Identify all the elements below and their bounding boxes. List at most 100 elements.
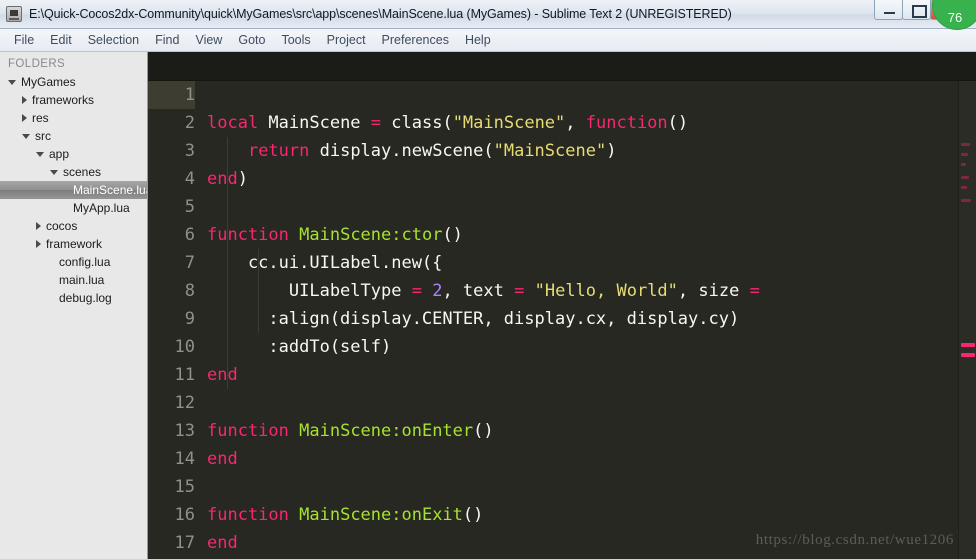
tab-bar[interactable] [148,52,976,81]
code-line[interactable]: function MainScene:onExit() [207,501,976,529]
code-line[interactable]: end [207,361,976,389]
code-token: MainScene:ctor [299,225,443,245]
menu-item-find[interactable]: Find [147,31,187,49]
code-line[interactable]: function MainScene:onEnter() [207,417,976,445]
line-number: 5 [184,197,195,217]
menu-item-goto[interactable]: Goto [230,31,273,49]
line-number: 16 [174,505,195,525]
code-token: display.newScene( [309,141,494,161]
code-token: return [247,141,310,161]
tree-item-src[interactable]: src [0,127,147,145]
green-badge: 76 [932,0,976,30]
code-line[interactable]: UILabelType = 2, text = "Hello, World", … [207,277,976,305]
menu-item-view[interactable]: View [187,31,230,49]
title-bar: E:\Quick-Cocos2dx-Community\quick\MyGame… [0,0,976,30]
code-line[interactable]: end [207,445,976,473]
tree-item-config-lua[interactable]: config.lua [0,253,147,271]
code-line[interactable]: cc.ui.UILabel.new({ [207,249,976,277]
window-title: E:\Quick-Cocos2dx-Community\quick\MyGame… [29,7,732,21]
menu-item-help[interactable]: Help [457,31,499,49]
code-token: UILabelType [207,281,412,301]
tree-item-res[interactable]: res [0,109,147,127]
tree-item-app[interactable]: app [0,145,147,163]
code-token: end [207,449,238,469]
minimap-mark [961,143,970,146]
line-number: 17 [174,533,195,553]
line-number-gutter: 1 2 3 4 5 6 7 8 9 10 11 12 13 14 15 16 17 [148,81,204,559]
tree-item-myapp-lua[interactable]: MyApp.lua [0,199,147,217]
line-number: 14 [174,449,195,469]
code-line[interactable]: return display.newScene("MainScene") [207,137,976,165]
menu-item-preferences[interactable]: Preferences [374,31,457,49]
chevron-right-icon[interactable] [22,96,27,104]
maximize-button[interactable] [902,0,931,20]
minimap[interactable] [958,81,976,559]
menu-item-file[interactable]: File [6,31,42,49]
chevron-down-icon[interactable] [22,133,30,139]
tree-item-label: MainScene.lua [73,183,148,197]
tree-item-cocos[interactable]: cocos [0,217,147,235]
code-line[interactable] [207,389,976,417]
code-token: end [207,533,238,553]
code-line[interactable] [207,81,976,109]
code-token: class( [381,113,453,133]
minimap-mark [961,353,975,357]
chevron-down-icon[interactable] [36,151,44,157]
sublime-text-window: E:\Quick-Cocos2dx-Community\quick\MyGame… [0,0,976,559]
tree-item-scenes[interactable]: scenes [0,163,147,181]
code-token: "Hello, World" [534,281,678,301]
code-area[interactable]: 1 2 3 4 5 6 7 8 9 10 11 12 13 14 15 16 17 local MainScen… [148,81,976,559]
sidebar-file-tree[interactable]: FOLDERS MyGames frameworks res src app scenes… [0,52,148,559]
code-line[interactable]: end [207,529,976,557]
menu-item-project[interactable]: Project [319,31,374,49]
code-token: () [473,421,494,441]
tree-item-framework[interactable]: framework [0,235,147,253]
code-line[interactable] [207,193,976,221]
code-token: end [207,169,238,189]
tree-item-label: frameworks [32,93,95,107]
code-token: "MainScene" [452,113,566,133]
line-number: 13 [174,421,195,441]
minimap-mark [961,176,969,179]
minimap-mark [961,343,975,347]
tree-item-main-lua[interactable]: main.lua [0,271,147,289]
line-number: 8 [184,281,195,301]
line-number: 3 [184,141,195,161]
code-token: :align(display.CENTER, display.cx, displ… [207,309,740,329]
code-content[interactable]: local MainScene = class("MainScene", fun… [204,81,976,559]
code-line[interactable]: local MainScene = class("MainScene", fun… [207,109,976,137]
chevron-down-icon[interactable] [50,169,58,175]
code-token: = [514,281,525,301]
sidebar-header: FOLDERS [8,58,66,70]
code-line[interactable]: function MainScene:ctor() [207,221,976,249]
chevron-right-icon[interactable] [36,222,41,230]
menu-item-tools[interactable]: Tools [273,31,318,49]
chevron-right-icon[interactable] [36,240,41,248]
code-token: , text [442,281,515,301]
code-token: 2 [432,281,443,301]
menu-item-selection[interactable]: Selection [80,31,147,49]
code-token: local [207,113,259,133]
menu-item-edit[interactable]: Edit [42,31,80,49]
line-number: 12 [174,393,195,413]
editor-pane: 1 2 3 4 5 6 7 8 9 10 11 12 13 14 15 16 17 local MainScen… [148,52,976,559]
tree-item-label: app [49,147,70,161]
tree-item-frameworks[interactable]: frameworks [0,91,147,109]
minimize-button[interactable] [874,0,903,20]
code-token: :addTo(self) [207,337,392,357]
code-line[interactable] [207,473,976,501]
code-line[interactable]: :addTo(self) [207,333,976,361]
tree-item-label: scenes [63,165,102,179]
code-line[interactable]: :align(display.CENTER, display.cx, displ… [207,305,976,333]
chevron-right-icon[interactable] [22,114,27,122]
line-number: 11 [174,365,195,385]
minimap-mark [961,153,968,156]
code-token: function [207,421,289,441]
tree-item-mainscene-lua[interactable]: MainScene.lua [0,181,147,199]
line-number: 6 [184,225,195,245]
tree-item-mygames[interactable]: MyGames [0,73,147,91]
tree-item-debug-log[interactable]: debug.log [0,289,147,307]
code-line[interactable]: end) [207,165,976,193]
chevron-down-icon[interactable] [8,79,16,85]
